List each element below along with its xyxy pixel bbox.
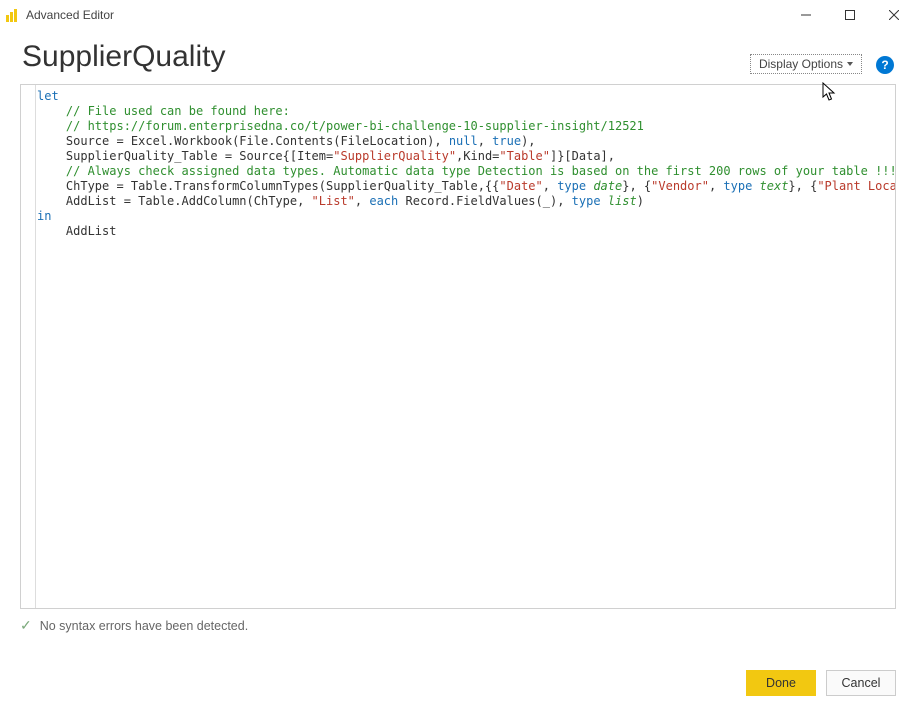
page-title: SupplierQuality: [22, 40, 750, 74]
done-button[interactable]: Done: [746, 670, 816, 696]
window-controls: [784, 0, 916, 30]
window-title: Advanced Editor: [26, 8, 114, 22]
display-options-dropdown[interactable]: Display Options: [750, 54, 862, 74]
footer: Done Cancel: [746, 670, 896, 696]
header: SupplierQuality Display Options ?: [0, 30, 916, 80]
status-message: No syntax errors have been detected.: [40, 619, 248, 633]
help-icon[interactable]: ?: [876, 56, 894, 74]
code-content[interactable]: let // File used can be found here: // h…: [21, 85, 895, 243]
code-editor[interactable]: let // File used can be found here: // h…: [20, 84, 896, 609]
minimize-button[interactable]: [784, 0, 828, 30]
status-bar: ✓ No syntax errors have been detected.: [0, 609, 916, 634]
titlebar: Advanced Editor: [0, 0, 916, 30]
check-icon: ✓: [20, 617, 32, 634]
chevron-down-icon: [847, 62, 853, 66]
gutter: [35, 85, 36, 608]
cancel-button[interactable]: Cancel: [826, 670, 896, 696]
close-button[interactable]: [872, 0, 916, 30]
display-options-label: Display Options: [759, 57, 843, 71]
app-icon: [6, 8, 20, 22]
maximize-button[interactable]: [828, 0, 872, 30]
